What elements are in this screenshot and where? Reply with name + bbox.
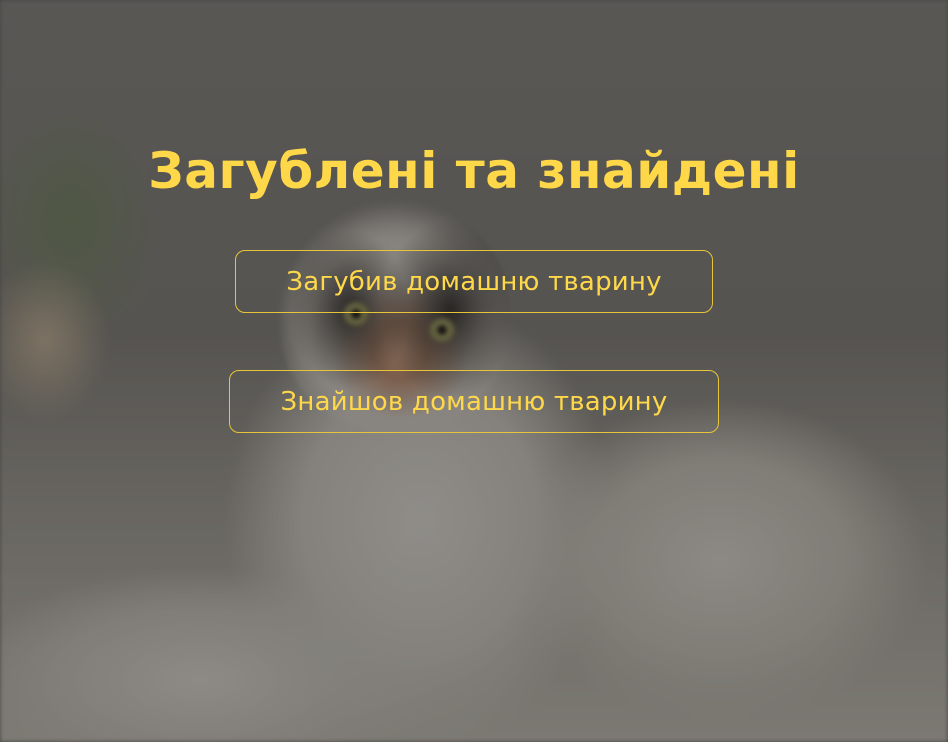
hero-section: Загублені та знайдені Загубив домашню тв… xyxy=(0,0,948,742)
hero-content: Загублені та знайдені Загубив домашню тв… xyxy=(0,0,948,742)
lost-pet-button[interactable]: Загубив домашню тварину xyxy=(235,250,713,313)
found-pet-button[interactable]: Знайшов домашню тварину xyxy=(229,370,719,433)
page-title: Загублені та знайдені xyxy=(148,142,800,200)
